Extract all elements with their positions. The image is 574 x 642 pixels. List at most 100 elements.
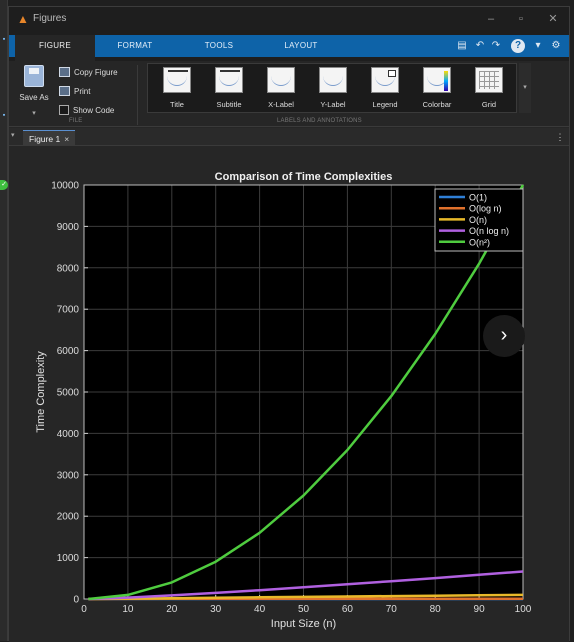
copy-icon bbox=[59, 67, 70, 77]
y-label-button[interactable]: Y-Label bbox=[308, 67, 358, 113]
print-icon bbox=[59, 86, 70, 96]
x-tick-label: 0 bbox=[81, 604, 87, 615]
x-label-icon bbox=[267, 67, 295, 93]
y-label-icon bbox=[319, 67, 347, 93]
section-divider bbox=[137, 65, 138, 125]
save-as-icon bbox=[24, 65, 44, 87]
gallery-label: Colorbar bbox=[412, 100, 462, 109]
line-chart: 0102030405060708090100010002000300040005… bbox=[9, 147, 569, 642]
left-panel-strip: ▪ ▪ ✓ bbox=[0, 0, 8, 641]
gallery-label: Y-Label bbox=[308, 100, 358, 109]
window-title: Figures bbox=[33, 13, 66, 24]
tab-label: Figure 1 bbox=[29, 134, 60, 144]
y-tick-label: 8000 bbox=[57, 263, 80, 274]
gallery-scroll-button[interactable]: ▾ bbox=[519, 63, 531, 113]
save-as-label: Save As bbox=[13, 93, 55, 102]
grid-icon bbox=[475, 67, 503, 93]
ribbon-tab-strip: FIGURE FORMAT TOOLS LAYOUT ▤ ↶ ↷ ? ▾ ⚙ bbox=[9, 31, 569, 61]
y-tick-label: 0 bbox=[73, 595, 79, 606]
x-tick-label: 30 bbox=[210, 604, 222, 615]
panel-indicator-icon: ▪ bbox=[0, 112, 8, 120]
figures-window: ▲ Figures – ▫ ✕ FIGURE FORMAT TOOLS LAYO… bbox=[8, 6, 570, 641]
y-tick-label: 4000 bbox=[57, 429, 80, 440]
matlab-icon: ▲ bbox=[17, 12, 31, 26]
y-tick-label: 10000 bbox=[51, 181, 79, 192]
status-ok-icon: ✓ bbox=[0, 180, 8, 190]
x-label-button[interactable]: X-Label bbox=[256, 67, 306, 113]
close-button[interactable]: ✕ bbox=[539, 11, 567, 27]
print-button[interactable]: Print bbox=[59, 84, 90, 98]
file-section-label: FILE bbox=[69, 118, 82, 124]
y-tick-label: 6000 bbox=[57, 346, 80, 357]
subtitle-icon bbox=[215, 67, 243, 93]
document-tab-bar: ▾ Figure 1 × ⋮ bbox=[9, 128, 569, 146]
legend-label: O(log n) bbox=[469, 204, 502, 214]
grid-button[interactable]: Grid bbox=[464, 67, 514, 113]
subtitle-button[interactable]: Subtitle bbox=[204, 67, 254, 113]
tab-format[interactable]: FORMAT bbox=[105, 35, 165, 57]
ribbon-figure: Save As ▾ Copy Figure Print Show Code FI… bbox=[9, 61, 569, 127]
show-code-label: Show Code bbox=[73, 106, 114, 115]
show-code-checkbox[interactable]: Show Code bbox=[59, 103, 114, 117]
dropdown-icon[interactable]: ▾ bbox=[531, 39, 545, 53]
x-tick-label: 90 bbox=[474, 604, 486, 615]
labels-section-label: LABELS AND ANNOTATIONS bbox=[277, 118, 362, 124]
copy-figure-button[interactable]: Copy Figure bbox=[59, 65, 118, 79]
x-tick-label: 70 bbox=[386, 604, 398, 615]
legend-label: O(1) bbox=[469, 193, 487, 203]
colorbar-icon bbox=[423, 67, 451, 93]
settings-icon[interactable]: ⚙ bbox=[549, 39, 563, 53]
labels-gallery: Title Subtitle X-Label Y-Label Legend Co… bbox=[147, 63, 517, 113]
undo-icon[interactable]: ↶ bbox=[473, 39, 487, 53]
chevron-down-icon: ▾ bbox=[32, 110, 36, 117]
tab-tools[interactable]: TOOLS bbox=[189, 35, 249, 57]
title-icon bbox=[163, 67, 191, 93]
figure-canvas: 0102030405060708090100010002000300040005… bbox=[9, 147, 569, 642]
x-tick-label: 80 bbox=[430, 604, 442, 615]
tab-figure-1[interactable]: Figure 1 × bbox=[23, 130, 75, 146]
x-axis-label: Input Size (n) bbox=[271, 618, 336, 630]
y-tick-label: 5000 bbox=[57, 388, 80, 399]
legend-label: O(n) bbox=[469, 215, 487, 225]
chart-title: Comparison of Time Complexities bbox=[215, 171, 393, 183]
title-button[interactable]: Title bbox=[152, 67, 202, 113]
tab-figure[interactable]: FIGURE bbox=[15, 35, 95, 61]
x-tick-label: 50 bbox=[298, 604, 310, 615]
x-tick-label: 60 bbox=[342, 604, 354, 615]
panel-indicator-icon: ▪ bbox=[0, 36, 8, 44]
chevron-right-icon[interactable]: › bbox=[483, 315, 525, 357]
save-as-button[interactable]: Save As ▾ bbox=[13, 65, 55, 117]
colorbar-button[interactable]: Colorbar bbox=[412, 67, 462, 113]
x-tick-label: 20 bbox=[166, 604, 178, 615]
gallery-label: Legend bbox=[360, 100, 410, 109]
x-tick-label: 40 bbox=[254, 604, 266, 615]
save-quick-icon[interactable]: ▤ bbox=[455, 39, 469, 53]
more-vertical-icon[interactable]: ⋮ bbox=[555, 130, 565, 144]
maximize-button[interactable]: ▫ bbox=[507, 11, 535, 27]
help-icon[interactable]: ? bbox=[511, 39, 525, 53]
title-bar: ▲ Figures – ▫ ✕ bbox=[9, 7, 569, 31]
gallery-label: Title bbox=[152, 100, 202, 109]
chevron-down-icon[interactable]: ▾ bbox=[11, 131, 19, 143]
gallery-label: X-Label bbox=[256, 100, 306, 109]
minimize-button[interactable]: – bbox=[477, 11, 505, 27]
checkbox-icon bbox=[59, 105, 69, 115]
legend-label: O(n log n) bbox=[469, 226, 509, 236]
legend-label: O(n²) bbox=[469, 237, 490, 247]
redo-icon[interactable]: ↷ bbox=[489, 39, 503, 53]
x-tick-label: 10 bbox=[122, 604, 134, 615]
y-tick-label: 3000 bbox=[57, 470, 80, 481]
y-tick-label: 2000 bbox=[57, 512, 80, 523]
y-tick-label: 9000 bbox=[57, 222, 80, 233]
y-tick-label: 1000 bbox=[57, 553, 80, 564]
legend-icon bbox=[371, 67, 399, 93]
legend-button[interactable]: Legend bbox=[360, 67, 410, 113]
gallery-label: Grid bbox=[464, 100, 514, 109]
y-tick-label: 7000 bbox=[57, 305, 80, 316]
gallery-label: Subtitle bbox=[204, 100, 254, 109]
copy-figure-label: Copy Figure bbox=[74, 68, 118, 77]
y-axis-label: Time Complexity bbox=[35, 351, 47, 433]
close-tab-icon[interactable]: × bbox=[64, 134, 69, 144]
tab-layout[interactable]: LAYOUT bbox=[271, 35, 331, 57]
print-label: Print bbox=[74, 87, 90, 96]
